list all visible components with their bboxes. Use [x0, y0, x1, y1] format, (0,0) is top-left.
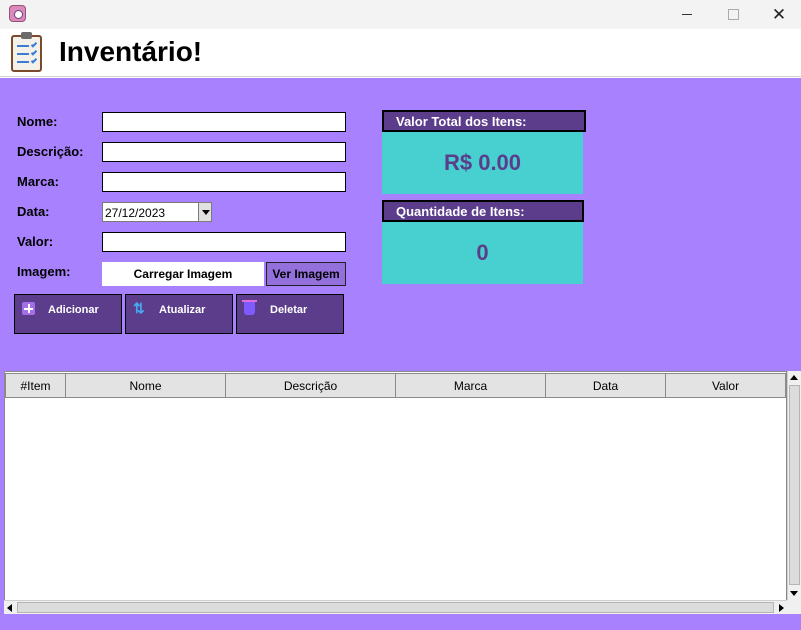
- date-picker[interactable]: 27/12/2023: [102, 202, 212, 222]
- column-header-item[interactable]: #Item: [5, 373, 66, 398]
- clipboard-checklist-icon: [11, 32, 42, 72]
- trash-icon: [242, 300, 257, 315]
- column-header-data[interactable]: Data: [545, 373, 666, 398]
- nome-input[interactable]: [102, 112, 346, 132]
- column-header-nome[interactable]: Nome: [65, 373, 226, 398]
- date-value: 27/12/2023: [105, 206, 166, 220]
- maximize-button[interactable]: [710, 0, 756, 29]
- atualizar-label: Atualizar: [159, 304, 206, 316]
- horizontal-scrollbar[interactable]: [4, 600, 787, 614]
- quantidade-header: Quantidade de Itens:: [382, 200, 584, 222]
- column-header-descricao[interactable]: Descrição: [225, 373, 396, 398]
- marca-input[interactable]: [102, 172, 346, 192]
- vertical-scroll-thumb[interactable]: [789, 385, 800, 585]
- column-header-valor[interactable]: Valor: [665, 373, 786, 398]
- valor-total-header: Valor Total dos Itens:: [382, 110, 586, 132]
- scroll-down-icon[interactable]: [790, 591, 798, 596]
- adicionar-button[interactable]: Adicionar: [14, 294, 122, 334]
- scroll-right-icon[interactable]: [779, 604, 784, 612]
- close-button[interactable]: ✕: [756, 0, 801, 29]
- valor-input[interactable]: [102, 232, 346, 252]
- scroll-left-icon[interactable]: [7, 604, 12, 612]
- items-table[interactable]: #Item Nome Descrição Marca Data Valor: [4, 371, 787, 614]
- scroll-corner: [787, 600, 801, 614]
- marca-label: Marca:: [17, 174, 59, 189]
- descricao-input[interactable]: [102, 142, 346, 162]
- minimize-button[interactable]: [664, 0, 710, 29]
- horizontal-scroll-thumb[interactable]: [17, 602, 774, 613]
- descricao-label: Descrição:: [17, 144, 84, 159]
- atualizar-button[interactable]: ⇅ Atualizar: [125, 294, 233, 334]
- title-bar: ✕: [0, 0, 801, 29]
- data-label: Data:: [17, 204, 50, 219]
- nome-label: Nome:: [17, 114, 58, 129]
- deletar-button[interactable]: Deletar: [236, 294, 344, 334]
- chevron-down-icon[interactable]: [198, 203, 211, 221]
- refresh-icon: ⇅: [133, 300, 145, 316]
- valor-label: Valor:: [17, 234, 54, 249]
- imagem-label: Imagem:: [17, 264, 71, 279]
- vertical-scrollbar[interactable]: [787, 371, 801, 600]
- deletar-label: Deletar: [270, 304, 308, 316]
- app-icon: [9, 5, 26, 22]
- page-title: Inventário!: [59, 36, 203, 67]
- scroll-up-icon[interactable]: [790, 375, 798, 380]
- ver-imagem-button[interactable]: Ver Imagem: [266, 262, 346, 286]
- carregar-imagem-button[interactable]: Carregar Imagem: [102, 262, 264, 286]
- adicionar-label: Adicionar: [48, 304, 99, 316]
- add-icon: [22, 302, 35, 315]
- column-header-marca[interactable]: Marca: [395, 373, 546, 398]
- valor-total-display: R$ 0.00: [382, 132, 583, 194]
- quantidade-display: 0: [382, 222, 583, 284]
